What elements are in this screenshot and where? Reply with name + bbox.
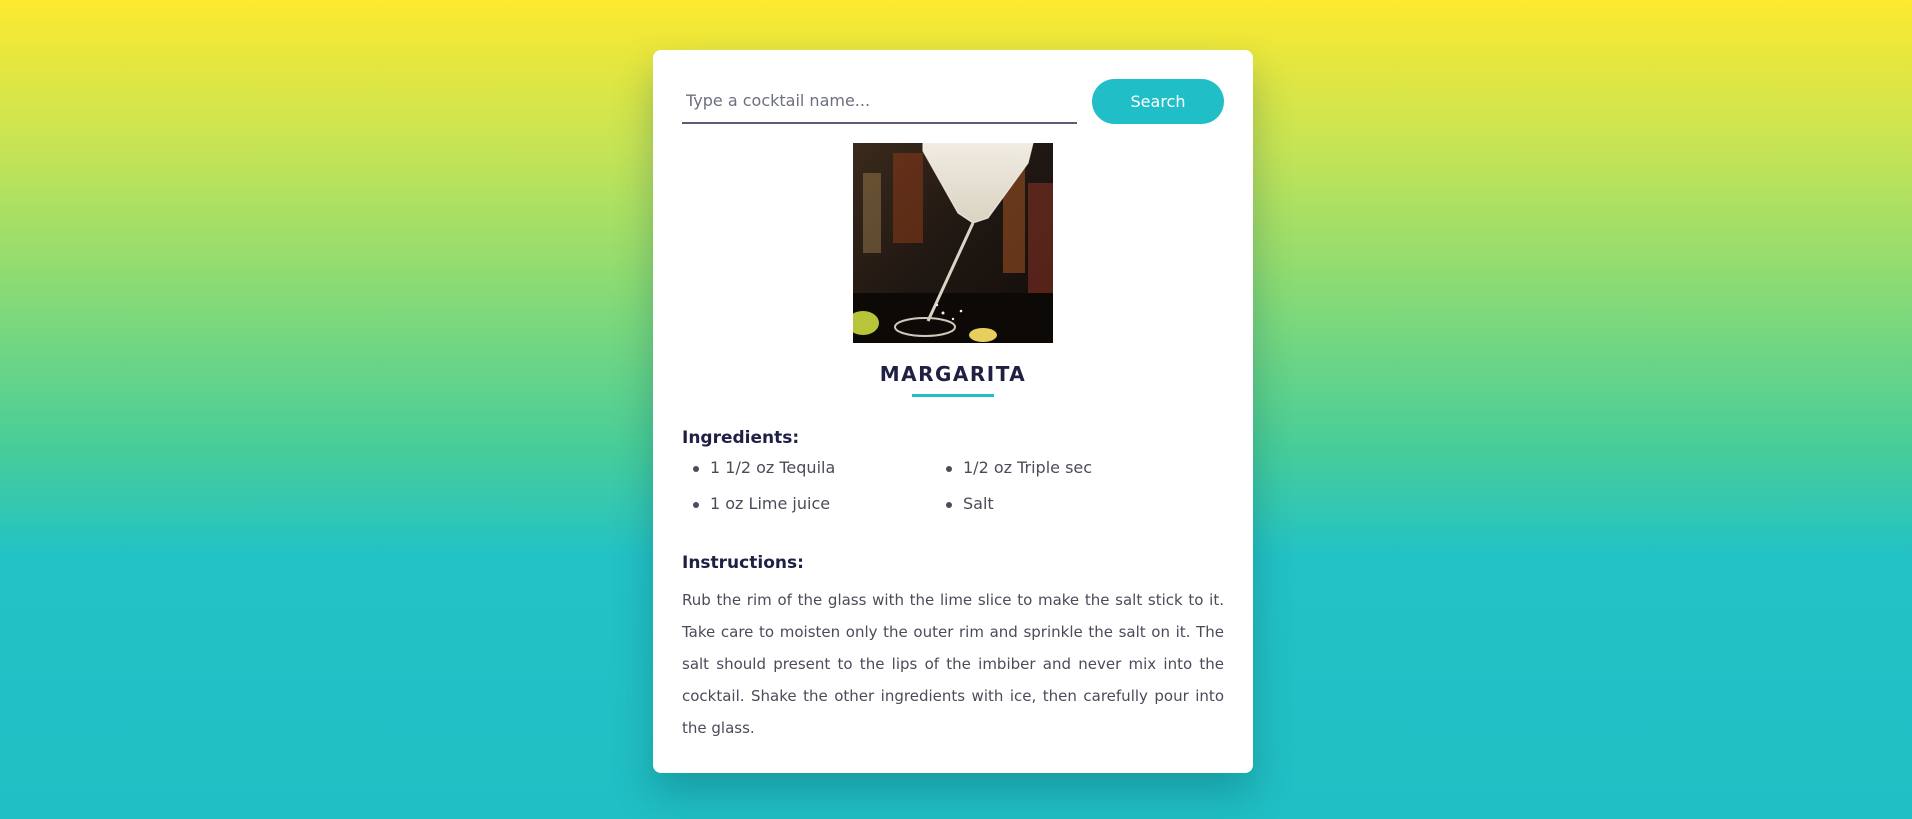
ingredients-heading: Ingredients: [682,428,800,448]
ingredient-item: Salt [935,492,1188,528]
ingredient-item: 1 1/2 oz Tequila [682,456,935,492]
search-bar: Search [682,78,1224,124]
ingredients-list: 1 1/2 oz Tequila 1/2 oz Triple sec 1 oz … [682,456,1224,528]
title-underline [912,394,994,397]
instructions-heading: Instructions: [682,553,804,573]
cocktail-card: Search [653,50,1253,773]
ingredient-item: 1 oz Lime juice [682,492,935,528]
search-input[interactable] [682,78,1077,124]
cocktail-image [853,143,1053,343]
instructions-text: Rub the rim of the glass with the lime s… [682,591,1224,737]
cocktail-name: MARGARITA [879,362,1027,386]
ingredient-item: 1/2 oz Triple sec [935,456,1188,492]
search-button[interactable]: Search [1092,79,1224,124]
